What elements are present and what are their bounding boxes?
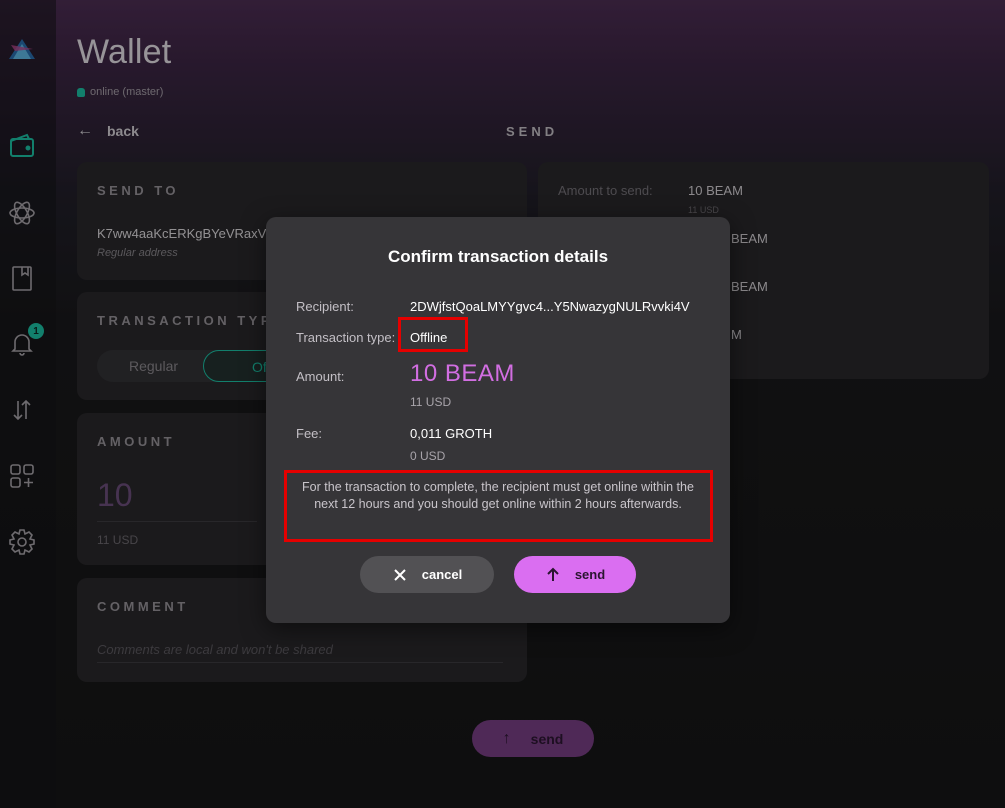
close-icon: [394, 568, 406, 581]
amount-dialog-value: 10 BEAM: [410, 360, 515, 387]
amount-dialog-label: Amount:: [296, 369, 345, 384]
confirm-send-button[interactable]: send: [514, 556, 636, 593]
amount-dialog-usd: 11 USD: [410, 395, 452, 409]
cancel-button-label: cancel: [421, 567, 463, 582]
dialog-title: Confirm transaction details: [387, 247, 609, 266]
transaction-type-dialog-label: Transaction type:: [296, 330, 396, 345]
fee-usd: 0 USD: [410, 449, 446, 463]
confirm-dialog: Confirm transaction details Recipient: 2…: [266, 217, 730, 623]
highlight-box-type: [398, 317, 468, 352]
confirm-send-label: send: [574, 567, 606, 582]
arrow-up-icon: [547, 567, 559, 581]
recipient-value: 2DWjfstQoaLMYYgvc4...Y5NwazygNULRvvki4V: [410, 299, 690, 314]
offline-warning-note: For the transaction to complete, the rec…: [302, 480, 694, 511]
recipient-label: Recipient:: [296, 299, 354, 314]
fee-value: 0,011 GROTH: [410, 426, 493, 441]
fee-label: Fee:: [296, 426, 323, 441]
cancel-button[interactable]: cancel: [360, 556, 494, 593]
